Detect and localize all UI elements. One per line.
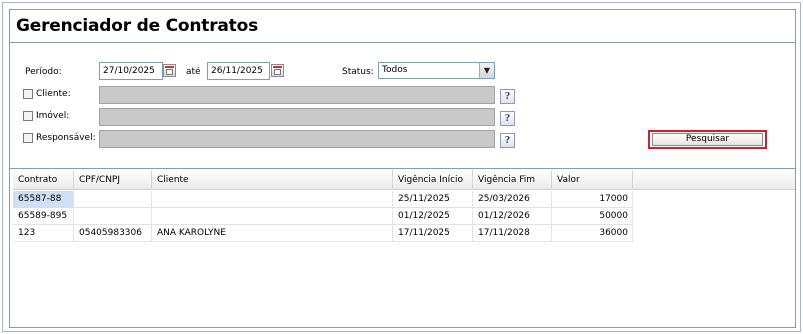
imovel-checkbox[interactable] bbox=[23, 111, 33, 121]
cliente-help-icon[interactable]: ? bbox=[500, 89, 515, 104]
panel-border-right bbox=[795, 9, 796, 327]
ate-label: até bbox=[186, 67, 201, 77]
grid-divider bbox=[10, 168, 795, 169]
column-header-cpf-cnpj[interactable]: CPF/CNPJ bbox=[74, 170, 152, 190]
date-to-input[interactable]: 26/11/2025 bbox=[207, 62, 270, 80]
responsavel-label: Responsável: bbox=[36, 133, 96, 143]
search-button[interactable]: Pesquisar bbox=[652, 133, 763, 146]
column-header-contrato[interactable]: Contrato bbox=[13, 170, 74, 190]
column-header-vigencia-inicio[interactable]: Vigência Início bbox=[393, 170, 473, 190]
chevron-down-icon[interactable]: ▼ bbox=[479, 63, 494, 78]
responsavel-field[interactable] bbox=[99, 130, 495, 148]
cell-contrato: 65589-895 bbox=[13, 208, 74, 225]
table-row[interactable]: 123 05405983306 ANA KAROLYNE 17/11/2025 … bbox=[13, 225, 633, 242]
imovel-field[interactable] bbox=[99, 108, 495, 126]
cell-contrato: 123 bbox=[13, 225, 74, 242]
cell-valor: 17000 bbox=[552, 191, 633, 208]
cell-cliente: ANA KAROLYNE bbox=[152, 225, 393, 242]
table-row[interactable]: 65589-895 01/12/2025 01/12/2026 50000 bbox=[13, 208, 633, 225]
cell-vigencia-inicio: 17/11/2025 bbox=[393, 225, 473, 242]
cliente-checkbox[interactable] bbox=[23, 89, 33, 99]
table-row[interactable]: 65587-88 25/11/2025 25/03/2026 17000 bbox=[13, 191, 633, 208]
column-header-valor[interactable]: Valor bbox=[552, 170, 633, 190]
panel-border-bottom bbox=[9, 327, 796, 328]
cell-vigencia-fim: 25/03/2026 bbox=[473, 191, 552, 208]
cell-contrato: 65587-88 bbox=[13, 191, 74, 208]
grid-header: Contrato CPF/CNPJ Cliente Vigência Iníci… bbox=[13, 170, 795, 190]
panel-border-top bbox=[9, 9, 796, 10]
cell-cpf-cnpj bbox=[74, 191, 152, 208]
imovel-help-icon[interactable]: ? bbox=[500, 111, 515, 126]
cell-cliente bbox=[152, 208, 393, 225]
column-header-cliente[interactable]: Cliente bbox=[152, 170, 393, 190]
status-label: Status: bbox=[342, 67, 374, 77]
results-grid: Contrato CPF/CNPJ Cliente Vigência Iníci… bbox=[13, 170, 795, 326]
responsavel-help-icon[interactable]: ? bbox=[500, 133, 515, 148]
cell-valor: 50000 bbox=[552, 208, 633, 225]
cell-valor: 36000 bbox=[552, 225, 633, 242]
column-header-vigencia-fim[interactable]: Vigência Fim bbox=[473, 170, 552, 190]
cliente-field[interactable] bbox=[99, 86, 495, 104]
status-select[interactable]: Todos ▼ bbox=[378, 62, 495, 79]
cell-cpf-cnpj: 05405983306 bbox=[74, 225, 152, 242]
cell-cpf-cnpj bbox=[74, 208, 152, 225]
calendar-icon[interactable] bbox=[163, 64, 176, 77]
imovel-label: Imóvel: bbox=[36, 111, 70, 121]
periodo-label: Período: bbox=[25, 67, 62, 77]
calendar-icon[interactable] bbox=[271, 64, 284, 77]
cell-vigencia-inicio: 25/11/2025 bbox=[393, 191, 473, 208]
cell-vigencia-inicio: 01/12/2025 bbox=[393, 208, 473, 225]
page-title: Gerenciador de Contratos bbox=[16, 16, 259, 36]
cell-vigencia-fim: 17/11/2028 bbox=[473, 225, 552, 242]
status-select-value: Todos bbox=[382, 65, 408, 75]
date-from-input[interactable]: 27/10/2025 bbox=[99, 62, 163, 80]
title-divider bbox=[10, 42, 795, 43]
cliente-label: Cliente: bbox=[36, 89, 71, 99]
responsavel-checkbox[interactable] bbox=[23, 133, 33, 143]
cell-cliente bbox=[152, 191, 393, 208]
cell-vigencia-fim: 01/12/2026 bbox=[473, 208, 552, 225]
